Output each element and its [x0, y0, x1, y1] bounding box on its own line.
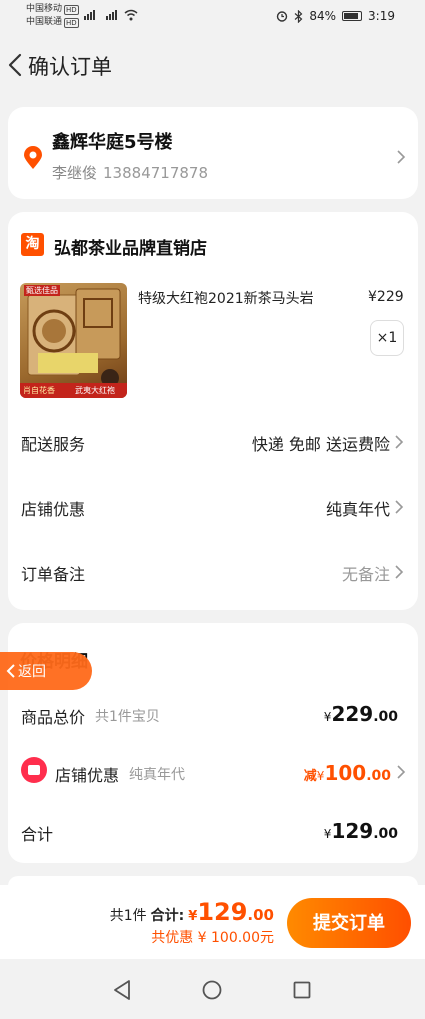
submit-order-button[interactable]: 提交订单: [287, 898, 411, 948]
order-note-row[interactable]: 订单备注 无备注: [8, 550, 418, 594]
nav-recents-icon[interactable]: [293, 981, 311, 999]
system-nav-bar: [0, 959, 425, 1019]
amount-decimal: .00: [366, 768, 391, 784]
goods-total-label: 商品总价: [21, 708, 86, 727]
back-chevron-icon[interactable]: [6, 53, 26, 77]
total-label: 合计:: [150, 908, 185, 924]
coupon-icon: [21, 757, 47, 783]
battery-icon: [342, 11, 363, 21]
back-arrow-icon: [6, 664, 15, 678]
item-count: 共1件: [109, 908, 147, 924]
clock: 3:19: [368, 9, 395, 23]
product-image[interactable]: 甄选佳品 肖自花香 武夷大红袍: [20, 283, 127, 398]
shop-discount-value: 纯真年代: [325, 500, 390, 519]
return-label: 返回: [18, 664, 46, 680]
wifi-icon: [124, 9, 138, 21]
carrier-1: 中国移动 HD: [26, 4, 79, 15]
image-tag-top: 甄选佳品: [24, 285, 60, 296]
status-bar: 中国移动 HD 中国联通 HD 84% 3:19: [0, 0, 425, 34]
shop-discount-name: 纯真年代: [129, 767, 185, 783]
bluetooth-icon: [294, 9, 303, 23]
amount-integer: 229: [331, 702, 374, 726]
delivery-value: 快递 免邮 送运费险: [251, 435, 390, 454]
chevron-right-icon: [397, 150, 406, 164]
amount-integer: 100: [324, 761, 367, 785]
page-title: 确认订单: [28, 55, 112, 79]
carrier-2-label: 中国联通: [26, 17, 63, 27]
total-amount: ¥129.00: [324, 819, 398, 843]
total-label: 合计: [21, 825, 54, 844]
image-tag-left: 肖自花香: [23, 386, 55, 395]
floating-return-button[interactable]: 返回: [0, 652, 92, 690]
carrier-2: 中国联通 HD: [26, 17, 79, 28]
saving-text: 共优惠 ¥ 100.00元: [151, 930, 274, 946]
battery-percent: 84%: [309, 9, 337, 23]
carrier-1-label: 中国移动: [26, 4, 63, 14]
discount-amount[interactable]: 减¥100.00: [304, 761, 391, 785]
discount-prefix: 减: [303, 769, 317, 784]
nav-back-icon[interactable]: [112, 979, 132, 1001]
quantity-box[interactable]: ×1: [370, 320, 404, 356]
delivery-row[interactable]: 配送服务 快递 免邮 送运费险: [8, 420, 418, 464]
signal-icon: [106, 10, 117, 20]
recipient-phone: 13884717878: [103, 164, 208, 182]
goods-total-amount: ¥229.00: [324, 702, 398, 726]
taobao-icon: 淘: [21, 233, 44, 256]
product-price: ¥229: [368, 289, 404, 305]
order-note-label: 订单备注: [21, 565, 86, 584]
delivery-label: 配送服务: [21, 435, 86, 454]
chevron-right-icon: [395, 500, 404, 514]
shop-discount-detail-label: 店铺优惠: [55, 766, 120, 785]
hd-badge: HD: [64, 4, 79, 15]
tea-box-illustration: [20, 288, 127, 398]
currency-symbol: ¥: [188, 909, 198, 924]
goods-count: 共1件宝贝: [95, 709, 160, 725]
signal-icon: [84, 10, 95, 20]
alarm-icon: [277, 11, 288, 22]
chevron-right-icon: [395, 435, 404, 449]
amount-decimal: .00: [373, 826, 398, 842]
product-title[interactable]: 特级大红袍2021新茶马头岩: [138, 288, 314, 308]
recipient-name: 李继俊: [52, 164, 98, 182]
hd-badge: HD: [64, 17, 79, 28]
checkout-total: 共1件 合计: ¥129.00: [110, 898, 274, 926]
shop-name[interactable]: 弘都茶业品牌直销店: [54, 234, 207, 259]
amount-decimal: .00: [373, 709, 398, 725]
amount-decimal: .00: [247, 906, 274, 924]
address-contact: 李继俊 13884717878: [52, 162, 208, 183]
nav-home-icon[interactable]: [202, 980, 222, 1000]
chevron-right-icon: [397, 765, 406, 779]
order-note-value: 无备注: [341, 565, 390, 584]
shop-discount-label: 店铺优惠: [21, 500, 86, 519]
address-title: 鑫辉华庭5号楼: [52, 132, 173, 153]
status-right: 84% 3:19: [276, 9, 395, 23]
total-price: ¥129.00: [188, 898, 274, 926]
image-tag-right: 武夷大红袍: [75, 386, 115, 395]
shop-discount-row[interactable]: 店铺优惠 纯真年代: [8, 485, 418, 529]
chevron-right-icon: [395, 565, 404, 579]
amount-integer: 129: [197, 898, 248, 926]
amount-integer: 129: [331, 819, 374, 843]
location-pin-icon: [24, 146, 42, 169]
